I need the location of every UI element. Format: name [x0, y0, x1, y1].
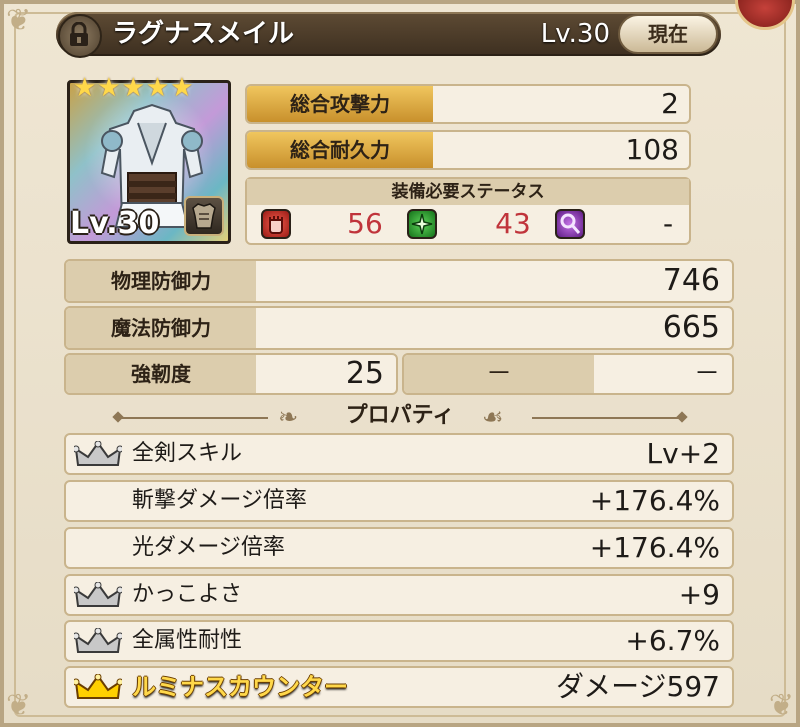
- property-name: ルミナスカウンター: [132, 673, 348, 701]
- total-durability-value: 108: [625, 133, 679, 166]
- armor-type-icon: [184, 196, 224, 236]
- divider-line: [532, 417, 682, 419]
- total-durability-bar: 総合耐久力 108: [245, 130, 691, 170]
- ornament-icon: ☙: [482, 403, 504, 431]
- physical-defense-bar: 物理防御力 746: [64, 259, 734, 303]
- property-row: かっこよさ +9: [64, 574, 734, 616]
- property-section-title: プロパティ: [345, 403, 455, 428]
- property-row: ルミナスカウンター ダメージ597: [64, 666, 734, 708]
- property-row: 全剣スキル Lv+2: [64, 433, 734, 475]
- required-status-box: 装備必要ステータス 56 43 -: [245, 177, 691, 245]
- total-attack-value: 2: [661, 87, 679, 120]
- total-attack-bar: 総合攻撃力 2: [245, 84, 691, 124]
- gold-crown-icon: [74, 674, 122, 699]
- property-value: Lv+2: [646, 437, 720, 470]
- property-value: +176.4%: [589, 531, 720, 564]
- toughness-label: 強靭度: [66, 355, 256, 393]
- magic-defense-label: 魔法防御力: [66, 308, 256, 348]
- ornament-icon: ❧: [278, 403, 299, 431]
- magic-defense-value: 665: [662, 310, 720, 345]
- divider-line: [118, 417, 268, 419]
- magic-icon: [555, 209, 585, 239]
- property-name: 全剣スキル: [132, 441, 243, 466]
- magic-defense-bar: 魔法防御力 665: [64, 306, 734, 350]
- physical-defense-label: 物理防御力: [66, 261, 256, 301]
- property-value: +9: [678, 578, 720, 611]
- silver-crown-icon: [74, 628, 122, 653]
- property-row: 光ダメージ倍率 +176.4%: [64, 527, 734, 569]
- corner-ornament: ❦: [6, 688, 32, 723]
- silver-crown-icon: [74, 441, 122, 466]
- property-name: 光ダメージ倍率: [132, 535, 285, 560]
- dexterity-icon: [407, 209, 437, 239]
- silver-crown-icon: [74, 582, 122, 607]
- strength-icon: [261, 209, 291, 239]
- dexterity-requirement: 43: [495, 207, 531, 240]
- corner-ornament: ❦: [768, 688, 794, 723]
- corner-ornament: ❦: [6, 3, 32, 38]
- total-durability-label: 総合耐久力: [247, 132, 433, 168]
- portrait-level: Lv.30: [70, 206, 160, 241]
- property-value: +176.4%: [589, 484, 720, 517]
- empty-stat-bar: － －: [402, 353, 734, 395]
- rarity-stars: ★★★★★: [73, 73, 195, 103]
- total-attack-label: 総合攻撃力: [247, 86, 433, 122]
- physical-defense-value: 746: [662, 263, 720, 298]
- property-row: 全属性耐性 +6.7%: [64, 620, 734, 662]
- lock-icon[interactable]: [58, 14, 102, 58]
- toughness-bar: 強靭度 25: [64, 353, 398, 395]
- empty-stat-value: －: [693, 359, 720, 389]
- required-status-title: 装備必要ステータス: [247, 179, 689, 205]
- empty-stat-label: －: [404, 355, 594, 393]
- current-button[interactable]: 現在: [618, 14, 718, 54]
- property-name: 斬撃ダメージ倍率: [132, 488, 307, 513]
- property-name: 全属性耐性: [132, 628, 243, 653]
- item-name: ラグナスメイル: [112, 19, 295, 49]
- property-row: 斬撃ダメージ倍率 +176.4%: [64, 480, 734, 522]
- property-value: ダメージ597: [555, 670, 720, 703]
- property-value: +6.7%: [625, 624, 720, 657]
- property-name: かっこよさ: [132, 582, 243, 607]
- magic-requirement: -: [662, 207, 674, 240]
- toughness-value: 25: [345, 356, 384, 391]
- strength-requirement: 56: [347, 207, 383, 240]
- item-level: Lv.30: [540, 19, 610, 49]
